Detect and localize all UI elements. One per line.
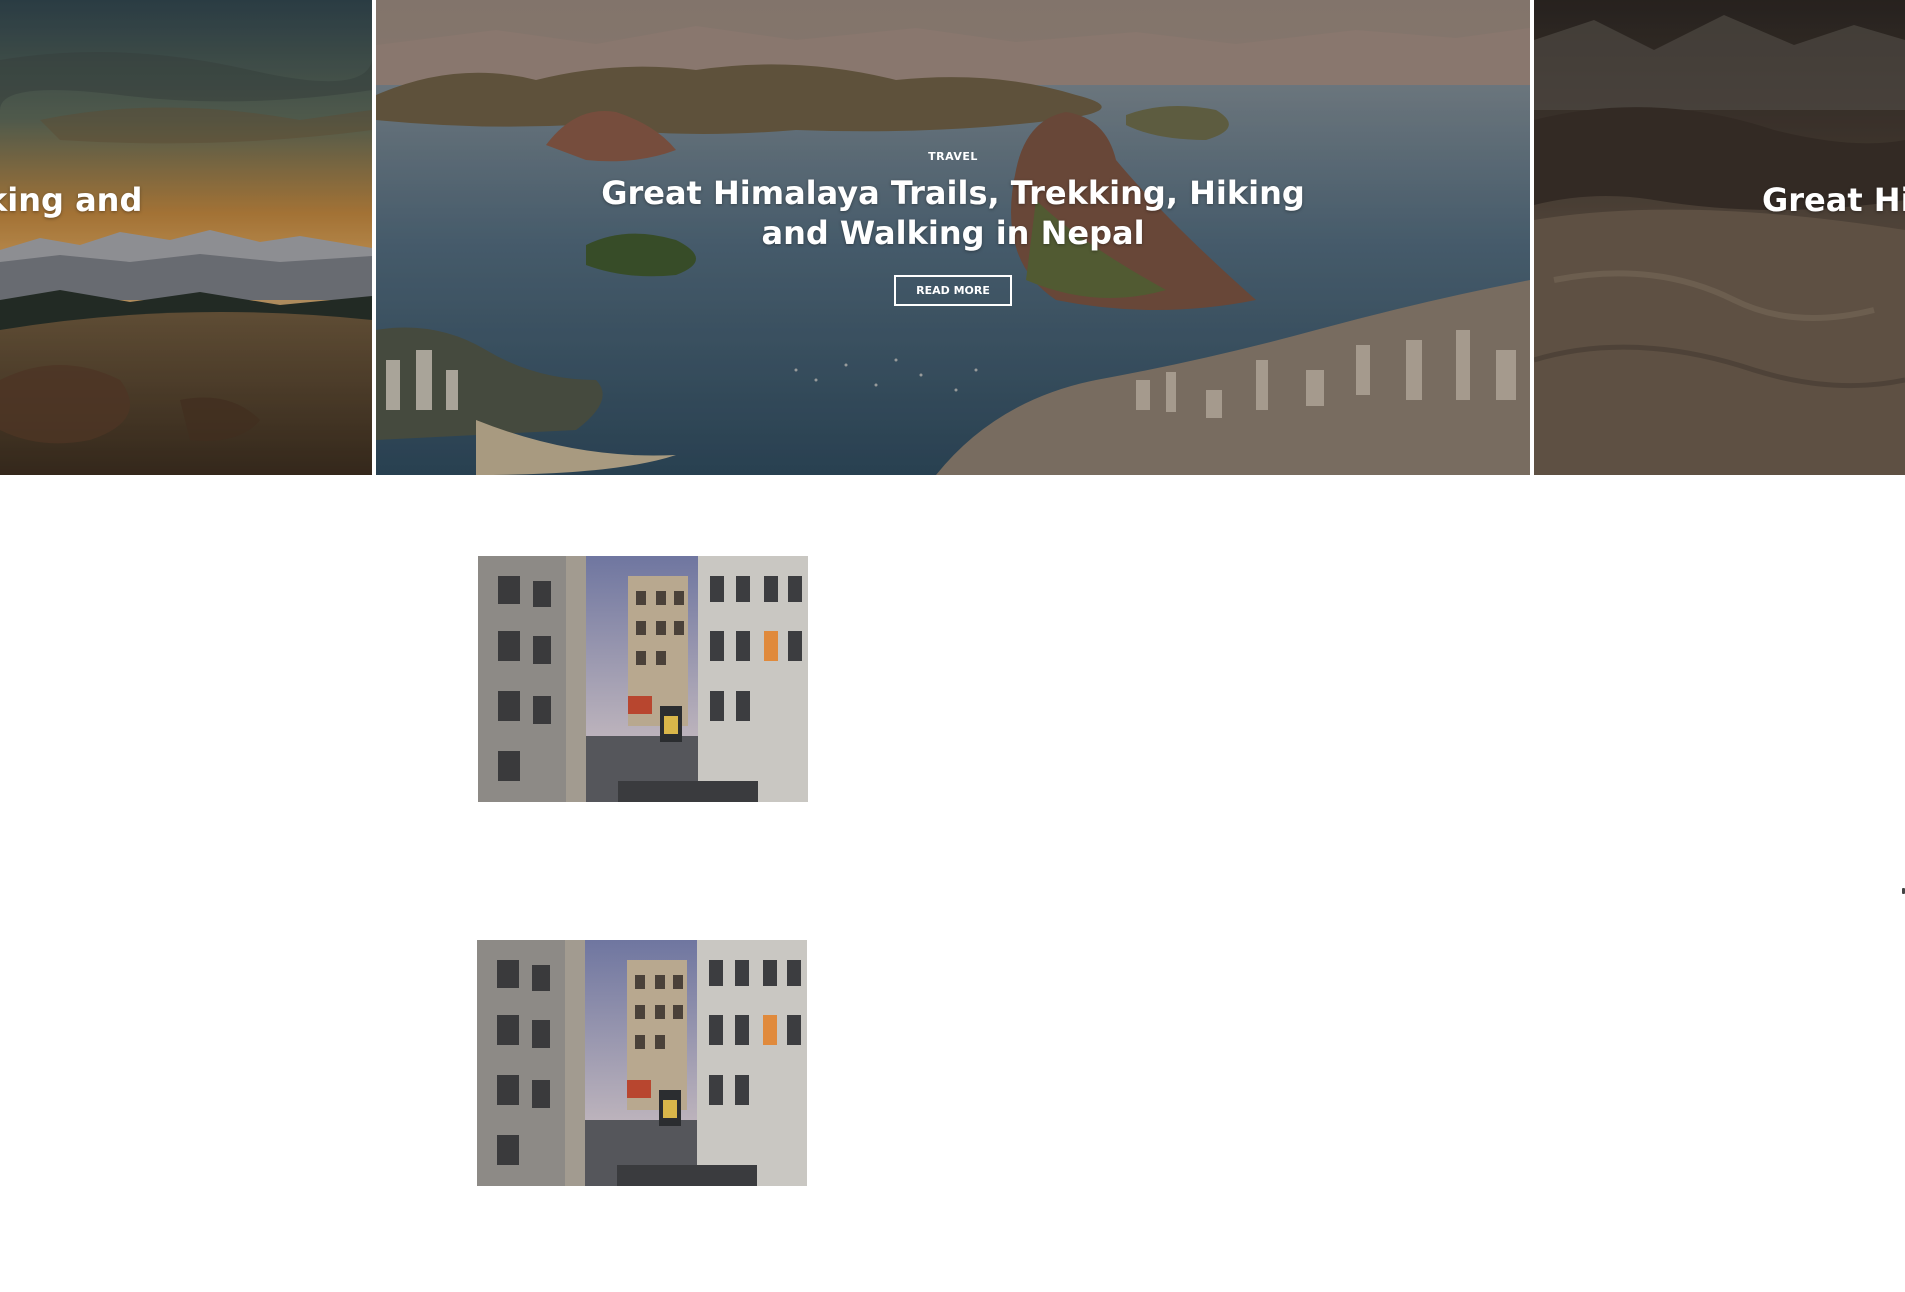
slide-active[interactable]: TRAVEL Great Himalaya Trails, Trekking, … bbox=[376, 0, 1530, 475]
post-thumbnail[interactable] bbox=[477, 940, 807, 1186]
slide-title[interactable]: Great Hir bbox=[1762, 180, 1905, 220]
slide-caption: Great Hir bbox=[1762, 180, 1905, 220]
slide-title[interactable]: Great Himalaya Trails, Trekking, Hiking … bbox=[583, 173, 1323, 253]
slide-overlay bbox=[1534, 0, 1905, 475]
slide-caption: TRAVEL Great Himalaya Trails, Trekking, … bbox=[376, 150, 1530, 306]
page: king and TRAVEL Great Himalaya Trails, T… bbox=[0, 0, 1905, 1292]
slide-caption: king and bbox=[0, 180, 372, 220]
featured-slider[interactable]: king and TRAVEL Great Himalaya Trails, T… bbox=[0, 0, 1905, 475]
slide-category[interactable]: TRAVEL bbox=[376, 150, 1530, 163]
slide-overlay bbox=[0, 0, 372, 475]
read-more-button[interactable]: READ MORE bbox=[894, 275, 1012, 306]
paris-street-image bbox=[477, 940, 807, 1186]
slide-next[interactable]: Great Hir bbox=[1534, 0, 1905, 475]
post-thumbnail[interactable] bbox=[478, 556, 808, 802]
slide-previous[interactable]: king and bbox=[0, 0, 372, 475]
paris-street-image bbox=[478, 556, 808, 802]
slide-title[interactable]: king and bbox=[0, 180, 372, 220]
